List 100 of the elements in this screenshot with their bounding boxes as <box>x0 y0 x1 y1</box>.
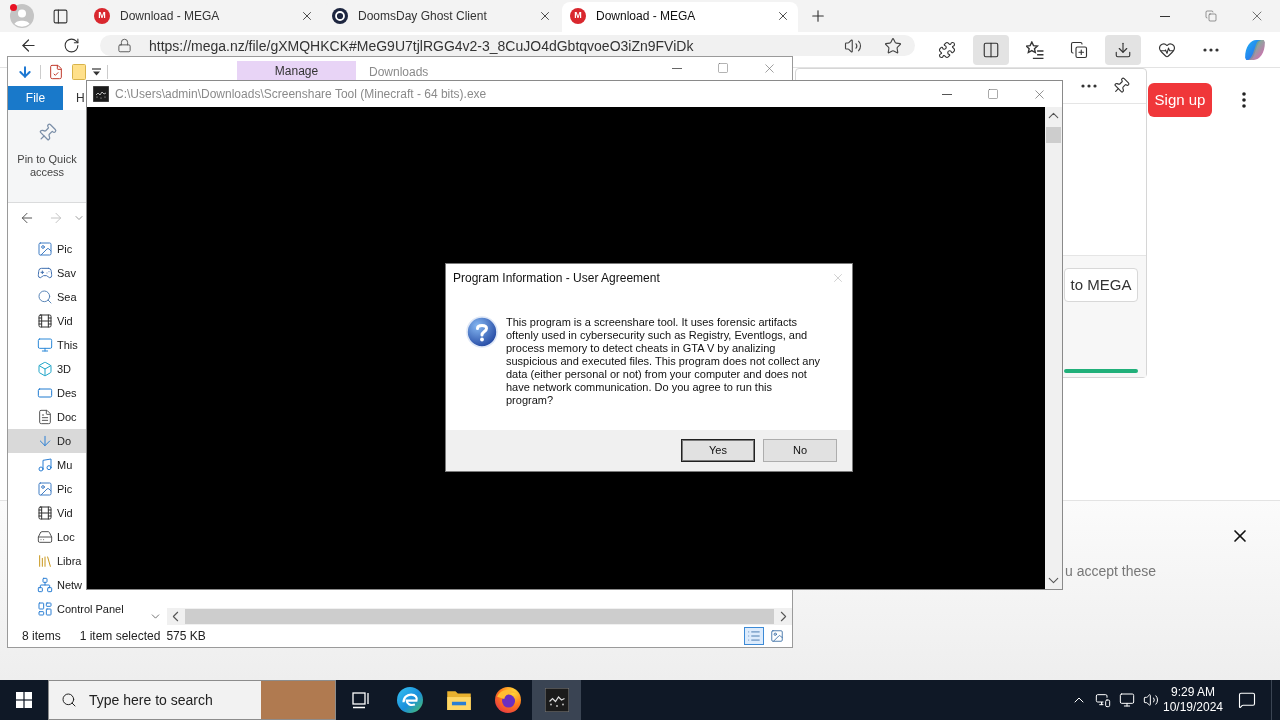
nav-item[interactable]: This <box>8 333 86 357</box>
nav-item[interactable]: Vid <box>8 501 86 525</box>
nav-item[interactable]: Loc <box>8 525 86 549</box>
minimize-icon <box>672 67 682 69</box>
nav-item[interactable]: Des <box>8 381 86 405</box>
search-icon <box>61 692 77 708</box>
collections-icon <box>1070 40 1088 59</box>
notification-icon <box>1238 691 1256 709</box>
app-icon <box>93 86 109 102</box>
drive-icon <box>37 529 53 545</box>
nav-item[interactable]: Mu <box>8 453 86 477</box>
dialog-title: Program Information - User Agreement <box>453 270 660 287</box>
nav-item[interactable]: Doc <box>8 405 86 429</box>
windows-logo-icon <box>16 692 32 708</box>
speaker-icon <box>844 36 862 55</box>
minimize-icon <box>942 93 952 95</box>
scrollbar-thumb[interactable] <box>185 609 774 624</box>
lock-icon <box>117 38 132 53</box>
contextual-tab[interactable]: Manage <box>237 61 356 80</box>
clock-date[interactable]: 10/19/2024 <box>1162 700 1224 715</box>
network-icon <box>37 577 53 593</box>
nav-item[interactable]: Pic <box>8 237 86 261</box>
folder-icon <box>72 63 86 80</box>
downloads-button[interactable] <box>1105 34 1141 65</box>
nav-item[interactable]: 3D <box>8 357 86 381</box>
back-icon <box>19 210 35 226</box>
gamepad-icon <box>37 265 53 281</box>
search-box[interactable]: Type here to search <box>48 680 336 720</box>
speaker-icon <box>1143 692 1159 708</box>
pin-to-quick-access-button[interactable]: Pin to Quick access <box>10 110 84 179</box>
search-input[interactable]: Type here to search <box>89 689 261 711</box>
dialog-button[interactable]: Yes <box>681 439 755 462</box>
browser-app-icon <box>396 687 423 713</box>
maximize-icon <box>987 88 999 100</box>
maximize-icon <box>717 62 729 74</box>
folder-icon <box>446 690 471 710</box>
nav-item[interactable]: Vid <box>8 309 86 333</box>
split-screen-button[interactable] <box>973 34 1009 65</box>
document-check-icon <box>48 63 64 80</box>
favorites-list-icon <box>1026 40 1044 59</box>
screen-icon <box>37 385 53 401</box>
download-action-button[interactable]: to MEGA <box>1064 268 1138 302</box>
star-icon <box>884 36 902 55</box>
nav-item[interactable]: Sea <box>8 285 86 309</box>
dropdown-caret-icon <box>92 67 101 76</box>
scrollbar-thumb[interactable] <box>1046 127 1061 143</box>
vertical-scrollbar[interactable] <box>1045 107 1062 589</box>
cube-icon <box>37 361 53 377</box>
list-view-icon <box>747 629 761 643</box>
browser-tab[interactable]: M Download - MEGA <box>562 2 798 32</box>
monitor-icon <box>37 337 53 353</box>
music-note-icon <box>37 457 53 473</box>
clock-time[interactable]: 9:29 AM <box>1171 685 1215 700</box>
address-field[interactable]: https://mega.nz/file/gXMQHKCK#MeG9U7tjlRGG4v2-3_8CuJO4dGbtqvoeO3iZn9FViDk <box>100 35 915 56</box>
nav-item[interactable]: Sav <box>8 261 86 285</box>
more-icon <box>1081 84 1097 88</box>
status-text: 575 KB <box>166 628 206 645</box>
monitor-icon <box>1119 692 1135 708</box>
nav-item[interactable]: Libra <box>8 549 86 573</box>
forward-icon <box>48 210 64 226</box>
film-icon <box>37 505 53 521</box>
ribbon-tab[interactable]: H <box>76 86 85 110</box>
nav-item[interactable]: Control Panel <box>8 597 124 621</box>
horizontal-scrollbar[interactable] <box>167 608 792 625</box>
plus-icon <box>809 7 827 25</box>
nav-item[interactable]: Do <box>8 429 86 453</box>
film-icon <box>37 313 53 329</box>
dialog-message: This program is a screenshare tool. It uses forensic artifacts oftenly used in cybersecurity such as Registry, Eventlogs, and process memory to detect cheats in GTA V by analizing suspicious and executed files. This program does not collect any data (either personal or not) from your computer and does not have network communication. Do you agree to run this program? <box>506 316 822 407</box>
split-screen-icon <box>982 40 1000 59</box>
kebab-menu-icon <box>1242 92 1246 108</box>
image-view-icon <box>770 629 784 643</box>
tab-logo: M <box>94 7 110 24</box>
puzzle-icon <box>938 40 956 59</box>
heart-pulse-icon <box>1158 40 1176 59</box>
down-arrow-icon <box>37 433 53 449</box>
globe-app-icon <box>494 687 521 713</box>
avatar-icon[interactable] <box>10 4 34 28</box>
dialog-button[interactable]: No <box>763 439 837 462</box>
copilot-logo-icon <box>1244 38 1266 61</box>
window-title: Downloads <box>369 63 429 81</box>
status-text: 8 items <box>22 628 61 645</box>
restore-icon <box>1205 10 1217 22</box>
tab-actions-icon <box>51 7 69 25</box>
window-title: C:\Users\admin\Downloads\Screenshare Tool (Minecraft - 64 bits).exe <box>115 86 487 103</box>
sign-up-button[interactable]: Sign up <box>1148 83 1212 117</box>
details-view-button[interactable] <box>744 627 764 645</box>
download-icon <box>1114 40 1132 59</box>
nav-item[interactable]: Netw <box>8 573 86 597</box>
picture-icon <box>37 241 53 257</box>
ring-logo-icon <box>332 7 348 24</box>
down-arrow-icon <box>17 63 33 80</box>
search-icon <box>37 289 53 305</box>
app-icon <box>544 688 569 712</box>
banner-text: u accept these <box>1065 563 1157 579</box>
nav-item[interactable]: Pic <box>8 477 86 501</box>
tab-logo: M <box>570 7 586 24</box>
devices-icon <box>1095 692 1111 708</box>
file-tab[interactable]: File <box>8 86 63 110</box>
minimize-icon <box>1160 15 1170 17</box>
books-icon <box>37 553 53 569</box>
